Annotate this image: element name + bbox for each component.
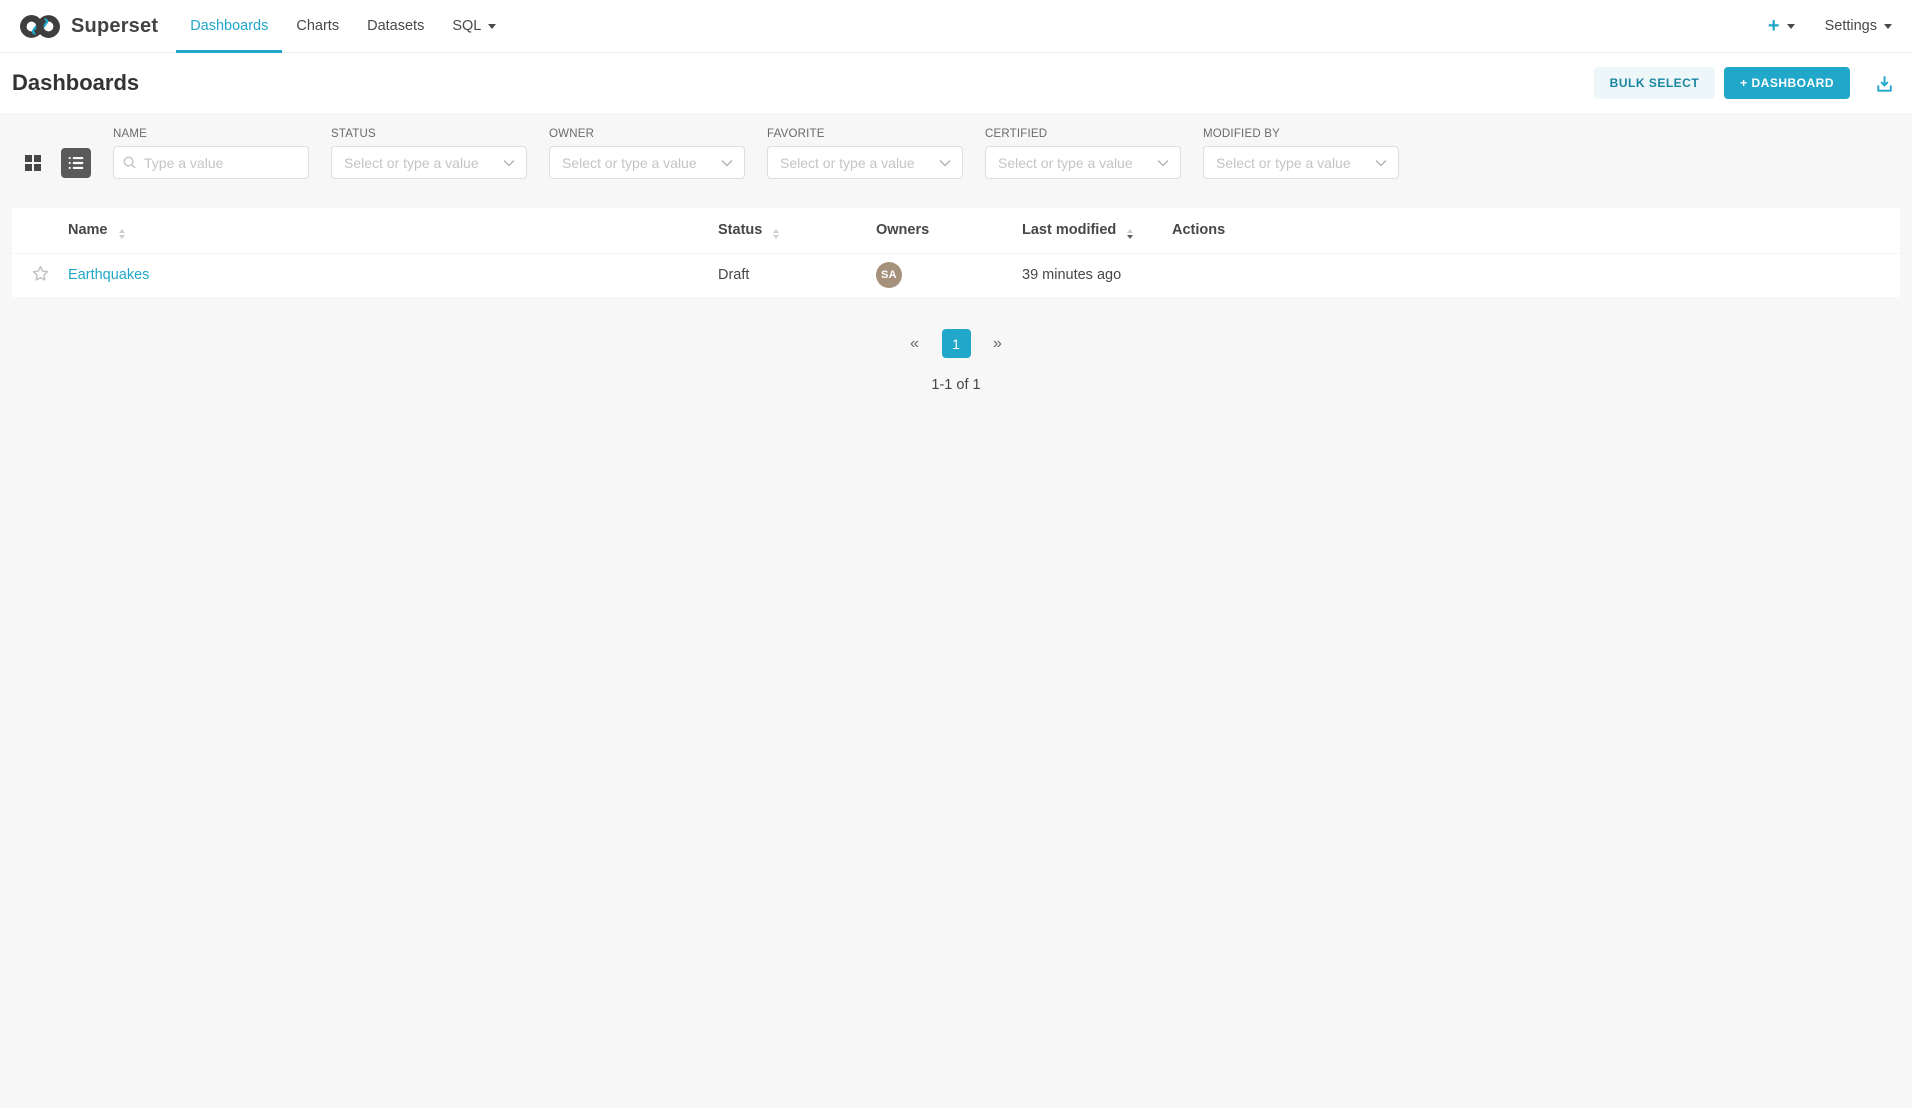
page-header: Dashboards BULK SELECT + DASHBOARD [0,53,1912,113]
filter-status: STATUS Select or type a value [331,128,527,179]
listview-toolbar: NAME STATUS Select or type a value OWNER [12,128,1900,179]
header-actions: BULK SELECT + DASHBOARD [1594,67,1896,99]
status-value: Draft [718,267,749,283]
dashboard-link-earthquakes[interactable]: Earthquakes [68,267,149,283]
filter-label: CERTIFIED [985,128,1181,140]
favorite-filter-select[interactable]: Select or type a value [767,146,963,179]
pagination-page-1-button[interactable]: 1 [942,329,971,358]
nav-right-section: + Settings [1768,0,1912,52]
card-view-toggle[interactable] [18,148,48,178]
new-dashboard-button[interactable]: + DASHBOARD [1724,67,1850,99]
favorite-column-header [12,208,68,253]
filter-owner: OWNER Select or type a value [549,128,745,179]
view-mode-toggles [18,148,91,178]
chevron-down-icon [1375,159,1387,167]
list-view-toggle[interactable] [61,148,91,178]
content-area: NAME STATUS Select or type a value OWNER [0,113,1912,1108]
settings-menu-button[interactable]: Settings [1825,18,1892,34]
filter-name: NAME [113,128,309,179]
filter-certified: CERTIFIED Select or type a value [985,128,1181,179]
top-navbar: Superset Dashboards Charts Datasets SQL … [0,0,1912,53]
caret-down-icon [1884,24,1892,29]
filter-label: STATUS [331,128,527,140]
owner-filter-select[interactable]: Select or type a value [549,146,745,179]
search-icon [122,155,137,170]
nav-item-datasets[interactable]: Datasets [353,0,438,52]
column-header-last-modified[interactable]: Last modified [1022,208,1172,253]
dashboards-table: Name Status Owners Last modified [12,208,1900,297]
name-filter-input[interactable] [113,146,309,179]
filter-label: NAME [113,128,309,140]
column-header-owners: Owners [876,208,1022,253]
caret-down-icon [488,24,496,29]
nav-item-charts[interactable]: Charts [282,0,353,52]
page-title: Dashboards [12,70,139,96]
brand-name: Superset [71,15,158,38]
chevron-down-icon [1157,159,1169,167]
sort-desc-icon [1127,229,1133,239]
dashboards-table-card: Name Status Owners Last modified [12,208,1900,297]
status-filter-select[interactable]: Select or type a value [331,146,527,179]
sort-icon [119,229,125,239]
filter-bar: NAME STATUS Select or type a value OWNER [113,128,1399,179]
owner-avatar: SA [876,262,902,288]
table-row: Earthquakes Draft SA 39 minutes ago [12,253,1900,297]
filter-label: FAVORITE [767,128,963,140]
superset-logo[interactable]: Superset [0,0,168,52]
caret-down-icon [1787,24,1795,29]
row-actions-cell [1172,253,1900,297]
filter-favorite: FAVORITE Select or type a value [767,128,963,179]
superset-infinity-icon [18,12,62,41]
favorite-star-button[interactable] [31,264,50,283]
new-item-menu-button[interactable]: + [1768,16,1795,36]
bulk-select-button[interactable]: BULK SELECT [1594,67,1716,99]
pagination-summary: 1-1 of 1 [12,377,1900,393]
main-nav-menu: Dashboards Charts Datasets SQL [176,0,510,52]
column-header-status[interactable]: Status [718,208,876,253]
filter-label: MODIFIED BY [1203,128,1399,140]
pagination-next-button[interactable]: » [986,330,1010,358]
download-icon [1873,72,1896,95]
table-header-row: Name Status Owners Last modified [12,208,1900,253]
certified-filter-select[interactable]: Select or type a value [985,146,1181,179]
grid-view-icon [23,153,43,173]
star-icon [31,264,50,283]
plus-icon: + [1768,16,1780,36]
chevron-down-icon [721,159,733,167]
modified-by-filter-select[interactable]: Select or type a value [1203,146,1399,179]
chevron-down-icon [939,159,951,167]
pagination-prev-button[interactable]: « [903,330,927,358]
import-dashboards-button[interactable] [1873,72,1896,95]
nav-item-dashboards[interactable]: Dashboards [176,0,282,52]
nav-item-sql[interactable]: SQL [438,0,510,52]
list-view-icon [67,154,85,172]
column-header-actions: Actions [1172,208,1900,253]
last-modified-value: 39 minutes ago [1022,267,1121,283]
column-header-name[interactable]: Name [68,208,718,253]
filter-modified-by: MODIFIED BY Select or type a value [1203,128,1399,179]
pagination: « 1 » [12,329,1900,358]
chevron-down-icon [503,159,515,167]
filter-label: OWNER [549,128,745,140]
sort-icon [773,229,779,239]
